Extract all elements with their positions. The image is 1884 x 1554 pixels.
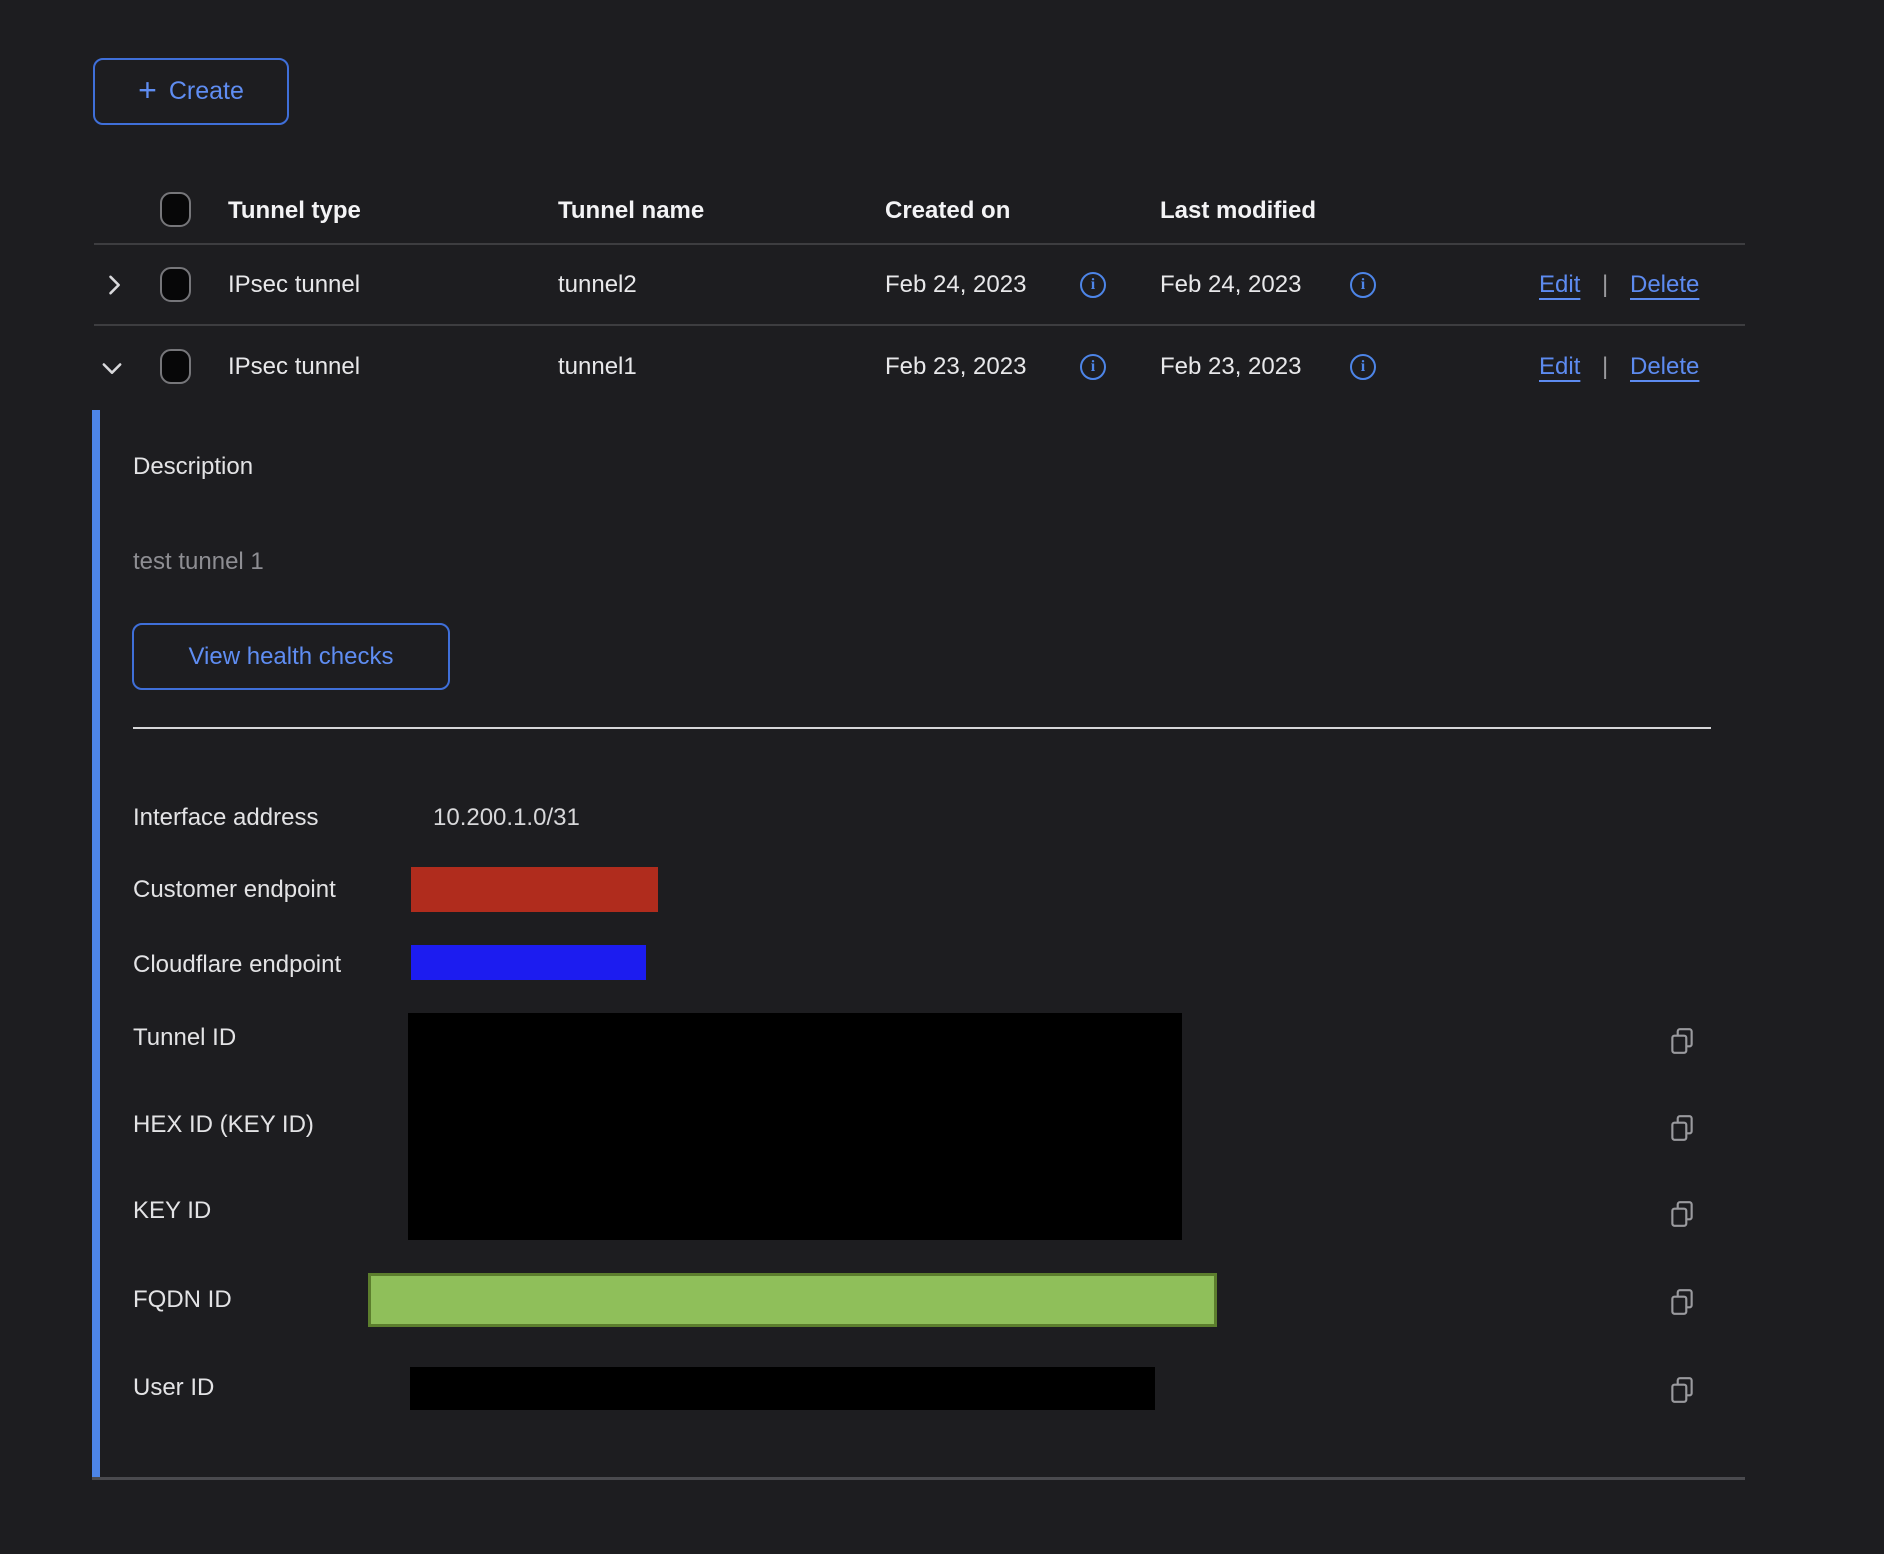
view-health-checks-label: View health checks (188, 643, 393, 671)
field-label-key-id: KEY ID (133, 1196, 211, 1226)
delete-link[interactable]: Delete (1630, 352, 1699, 382)
interface-address-value: 10.200.1.0/31 (433, 803, 580, 833)
last-modified-cell: Feb 23, 2023 (1160, 352, 1301, 382)
view-health-checks-button[interactable]: View health checks (132, 623, 450, 690)
create-button-label: Create (169, 77, 244, 106)
field-label-cloudflare-endpoint: Cloudflare endpoint (133, 950, 341, 980)
created-on-cell: Feb 24, 2023 (885, 270, 1026, 300)
tunnel-type-cell: IPsec tunnel (228, 352, 360, 382)
info-icon[interactable]: i (1080, 354, 1106, 380)
ids-redaction (408, 1013, 1182, 1240)
field-label-tunnel-id: Tunnel ID (133, 1023, 236, 1053)
copy-icon[interactable] (1667, 1287, 1697, 1317)
select-all-checkbox[interactable] (160, 192, 191, 227)
column-header-tunnel-name: Tunnel name (558, 196, 704, 226)
table-bottom-divider (92, 1477, 1745, 1480)
field-label-interface-address: Interface address (133, 803, 318, 833)
tunnel-name-cell: tunnel2 (558, 270, 637, 300)
create-button[interactable]: + Create (93, 58, 289, 125)
copy-icon[interactable] (1667, 1113, 1697, 1143)
copy-icon[interactable] (1667, 1026, 1697, 1056)
chevron-down-icon[interactable] (98, 354, 126, 382)
action-separator: | (1602, 270, 1608, 300)
description-value: test tunnel 1 (133, 547, 264, 577)
last-modified-cell: Feb 24, 2023 (1160, 270, 1301, 300)
info-icon[interactable]: i (1080, 272, 1106, 298)
field-label-hex-id: HEX ID (KEY ID) (133, 1110, 314, 1140)
column-header-tunnel-type: Tunnel type (228, 196, 361, 226)
field-label-fqdn-id: FQDN ID (133, 1285, 232, 1315)
chevron-right-icon[interactable] (100, 271, 128, 299)
info-icon[interactable]: i (1350, 272, 1376, 298)
tunnel-type-cell: IPsec tunnel (228, 270, 360, 300)
copy-icon[interactable] (1667, 1199, 1697, 1229)
copy-icon[interactable] (1667, 1375, 1697, 1405)
customer-endpoint-redaction (411, 867, 658, 912)
edit-link[interactable]: Edit (1539, 352, 1580, 382)
cloudflare-endpoint-redaction (411, 945, 646, 980)
user-id-redaction (410, 1367, 1155, 1410)
edit-link[interactable]: Edit (1539, 270, 1580, 300)
field-label-user-id: User ID (133, 1373, 214, 1403)
info-icon[interactable]: i (1350, 354, 1376, 380)
expanded-row-indicator-bar (92, 410, 100, 1478)
delete-link[interactable]: Delete (1630, 270, 1699, 300)
row-checkbox[interactable] (160, 267, 191, 302)
row-checkbox[interactable] (160, 349, 191, 384)
action-separator: | (1602, 352, 1608, 382)
plus-icon: + (138, 74, 157, 106)
created-on-cell: Feb 23, 2023 (885, 352, 1026, 382)
tunnel-name-cell: tunnel1 (558, 352, 637, 382)
fqdn-id-redaction (368, 1273, 1217, 1327)
description-label: Description (133, 452, 253, 482)
row-divider (94, 324, 1745, 326)
column-header-created-on: Created on (885, 196, 1010, 226)
field-label-customer-endpoint: Customer endpoint (133, 875, 336, 905)
column-header-last-modified: Last modified (1160, 196, 1316, 226)
section-divider (133, 727, 1711, 729)
tunnels-page: + Create Tunnel type Tunnel name Created… (0, 0, 1884, 1554)
header-divider (94, 243, 1745, 245)
